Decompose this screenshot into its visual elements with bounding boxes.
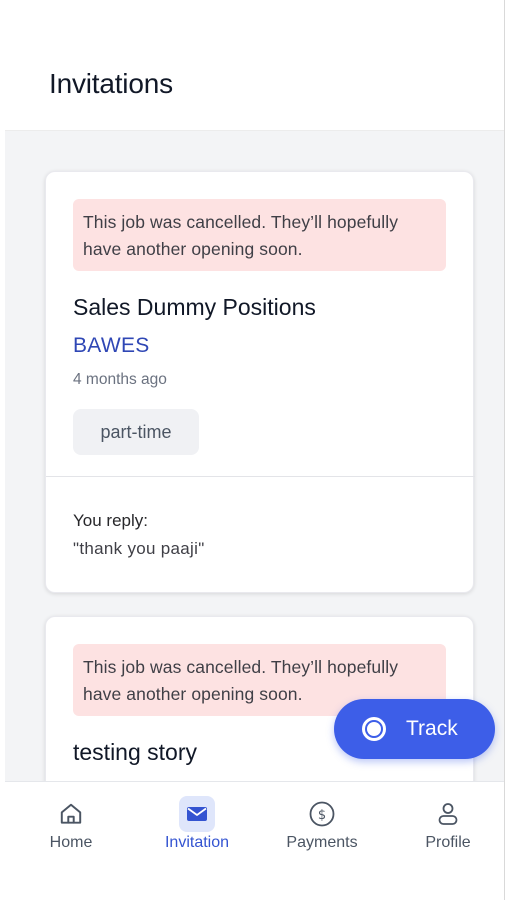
nav-item-profile[interactable]: Profile (386, 782, 504, 900)
page-title: Invitations (49, 68, 173, 99)
dollar-circle-icon: $ (304, 796, 340, 832)
nav-label-payments: Payments (286, 834, 358, 851)
cancelled-alert: This job was cancelled. They’ll hopefull… (73, 199, 446, 271)
job-title: Sales Dummy Positions (73, 294, 316, 320)
nav-label-home: Home (49, 834, 93, 851)
card-divider (46, 476, 475, 477)
track-button[interactable]: Track (334, 699, 495, 759)
reply-label: You reply: (73, 511, 148, 530)
page-header: Invitations (5, 0, 504, 131)
job-title: testing story (73, 739, 197, 765)
track-button-label: Track (406, 717, 458, 740)
home-icon (53, 796, 89, 832)
reply-text: "thank you paaji" (73, 539, 205, 558)
mail-icon (179, 796, 215, 832)
nav-label-invitation: Invitation (164, 834, 230, 851)
user-icon (430, 796, 466, 832)
nav-item-home[interactable]: Home (9, 782, 133, 900)
time-ago: 4 months ago (73, 371, 167, 388)
job-type-tag: part-time (73, 409, 199, 455)
record-icon (362, 717, 386, 741)
invitation-card[interactable]: This job was cancelled. They’ll hopefull… (45, 171, 475, 593)
app-screen: Invitations This job was cancelled. They… (5, 0, 504, 900)
nav-item-invitation[interactable]: Invitation (135, 782, 259, 900)
nav-label-profile: Profile (425, 834, 471, 851)
svg-text:$: $ (318, 808, 326, 823)
nav-item-payments[interactable]: $ Payments (260, 782, 384, 900)
company-link[interactable]: BAWES (73, 334, 150, 358)
bottom-nav: Home Invitation $ Payments Profile (5, 781, 504, 900)
